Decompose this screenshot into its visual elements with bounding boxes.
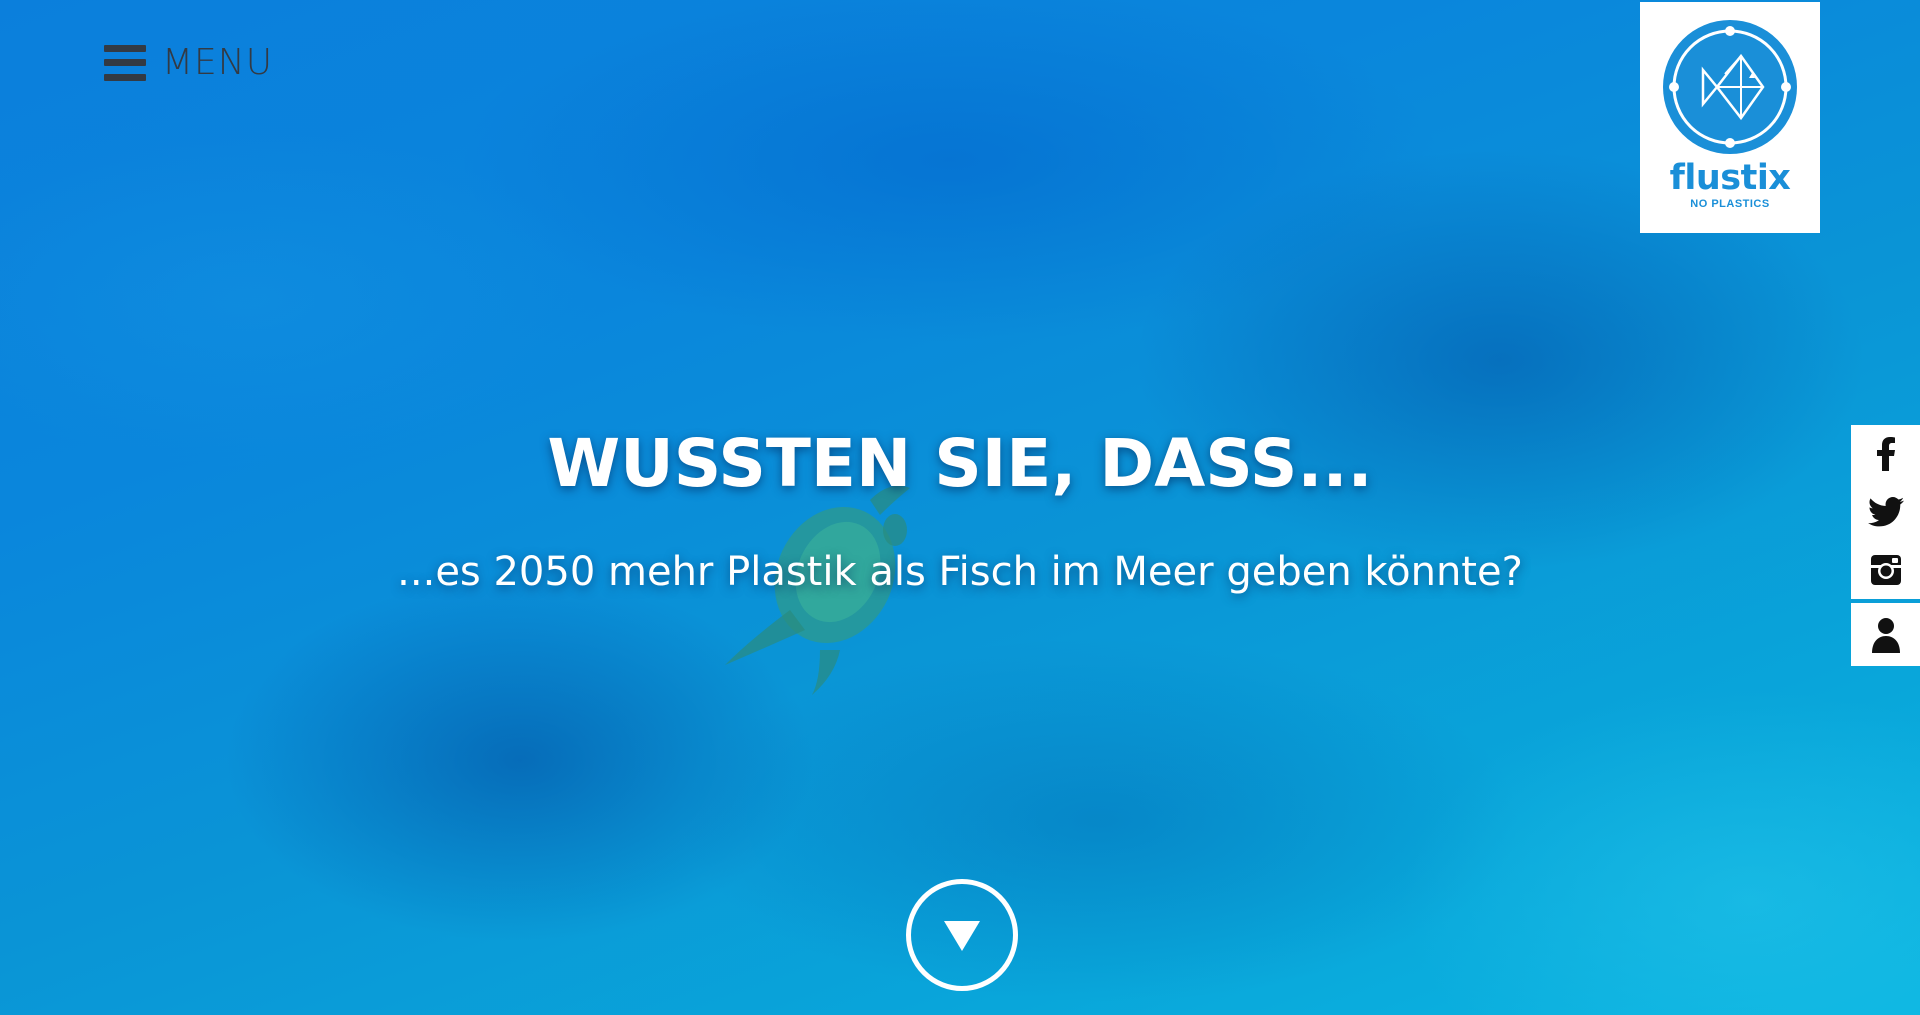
twitter-link[interactable] (1851, 483, 1920, 541)
user-icon (1871, 617, 1900, 653)
hero-headline: WUSSTEN SIE, DASS... (547, 425, 1373, 502)
hero-subline: ...es 2050 mehr Plastik als Fisch im Mee… (397, 549, 1523, 595)
instagram-icon (1870, 555, 1901, 585)
triangle-down-icon (944, 921, 980, 951)
logo-name: flustix (1669, 158, 1791, 198)
logo[interactable]: flustix NO PLASTICS (1640, 2, 1820, 233)
menu-button[interactable]: MENU (104, 42, 273, 83)
scroll-down-button[interactable] (906, 879, 1018, 991)
facebook-link[interactable] (1851, 425, 1920, 483)
menu-label: MENU (162, 42, 274, 83)
fish-icon (1663, 20, 1797, 154)
facebook-icon (1876, 437, 1895, 471)
instagram-link[interactable] (1851, 541, 1920, 599)
user-account-link[interactable] (1851, 603, 1920, 666)
social-sidebar (1851, 425, 1920, 666)
hamburger-icon (104, 44, 146, 81)
hero-section: MENU flustix NO PLASTICS WUSSTEN SIE, DA… (0, 0, 1920, 1015)
twitter-icon (1867, 497, 1904, 527)
logo-tagline: NO PLASTICS (1690, 198, 1770, 210)
